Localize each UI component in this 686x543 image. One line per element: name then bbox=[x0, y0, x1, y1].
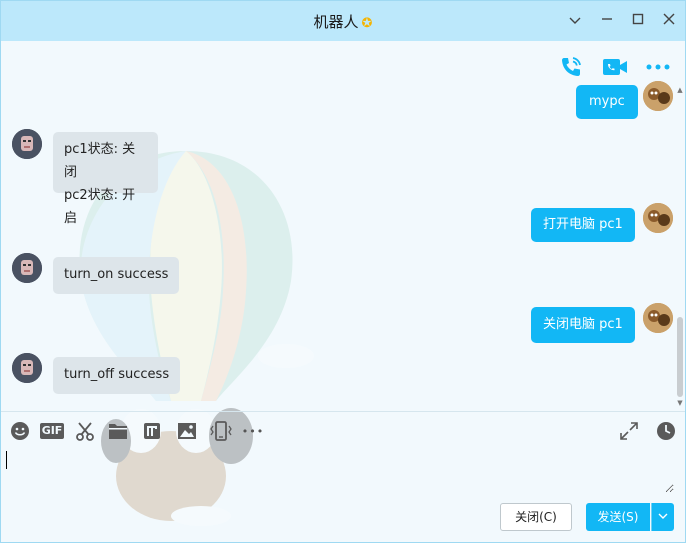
avatar[interactable] bbox=[12, 129, 42, 159]
scissors-icon[interactable] bbox=[74, 420, 96, 442]
gif-label: GIF bbox=[39, 423, 65, 439]
font-icon[interactable] bbox=[141, 420, 163, 442]
shake-window-icon[interactable] bbox=[208, 420, 234, 442]
chat-window: 机器人 ✪ mypc pc1状态: 关闭 pc2状态: 开启 打开电脑 pc1 … bbox=[0, 0, 686, 543]
avatar[interactable] bbox=[12, 253, 42, 283]
star-badge-icon: ✪ bbox=[361, 16, 373, 31]
chevron-down-icon bbox=[658, 513, 668, 519]
close-icon[interactable] bbox=[658, 10, 680, 32]
text-caret bbox=[6, 451, 7, 469]
avatar[interactable] bbox=[12, 353, 42, 383]
chevron-down-icon[interactable] bbox=[564, 10, 586, 32]
more-tools-icon[interactable]: ••• bbox=[241, 420, 265, 442]
message-bubble-incoming[interactable]: turn_on success bbox=[53, 257, 180, 294]
message-text-line: pc1状态: 关闭 bbox=[64, 142, 136, 180]
message-text: mypc bbox=[589, 94, 625, 109]
more-options-icon[interactable] bbox=[645, 54, 671, 80]
message-input[interactable] bbox=[4, 449, 674, 493]
message-bubble-outgoing[interactable]: mypc bbox=[576, 85, 638, 119]
emoji-icon[interactable] bbox=[9, 420, 31, 442]
avatar[interactable] bbox=[643, 203, 673, 233]
message-bubble-incoming[interactable]: pc1状态: 关闭 pc2状态: 开启 bbox=[53, 132, 158, 226]
scroll-down-arrow-icon[interactable]: ▼ bbox=[676, 399, 684, 407]
title-bar[interactable]: 机器人 ✪ bbox=[1, 1, 685, 41]
folder-icon[interactable] bbox=[107, 420, 129, 442]
scrollbar-thumb[interactable] bbox=[677, 317, 683, 397]
gif-icon[interactable]: GIF bbox=[39, 420, 65, 442]
toolbar-divider bbox=[1, 411, 685, 412]
message-bubble-outgoing[interactable]: 关闭电脑 pc1 bbox=[531, 307, 635, 343]
send-button[interactable]: 发送(S) bbox=[586, 503, 650, 531]
avatar[interactable] bbox=[643, 303, 673, 333]
message-text: turn_on success bbox=[64, 267, 169, 282]
avatar[interactable] bbox=[643, 81, 673, 111]
contact-name: 机器人 bbox=[313, 13, 359, 31]
message-text: 打开电脑 pc1 bbox=[543, 217, 623, 232]
send-options-dropdown[interactable] bbox=[651, 503, 674, 531]
message-text-line: pc2状态: 开启 bbox=[64, 188, 136, 226]
message-bubble-outgoing[interactable]: 打开电脑 pc1 bbox=[531, 208, 635, 242]
minimize-icon[interactable] bbox=[596, 10, 618, 32]
video-call-icon[interactable] bbox=[602, 54, 628, 80]
message-text: turn_off success bbox=[64, 367, 170, 382]
message-text: 关闭电脑 pc1 bbox=[543, 317, 623, 332]
scroll-up-arrow-icon[interactable]: ▲ bbox=[676, 86, 684, 94]
message-bubble-incoming[interactable]: turn_off success bbox=[53, 357, 181, 394]
expand-icon[interactable] bbox=[618, 420, 640, 442]
image-icon[interactable] bbox=[176, 420, 198, 442]
maximize-icon[interactable] bbox=[627, 10, 649, 32]
voice-call-icon[interactable] bbox=[558, 54, 584, 80]
close-button[interactable]: 关闭(C) bbox=[500, 503, 572, 531]
history-clock-icon[interactable] bbox=[655, 420, 677, 442]
